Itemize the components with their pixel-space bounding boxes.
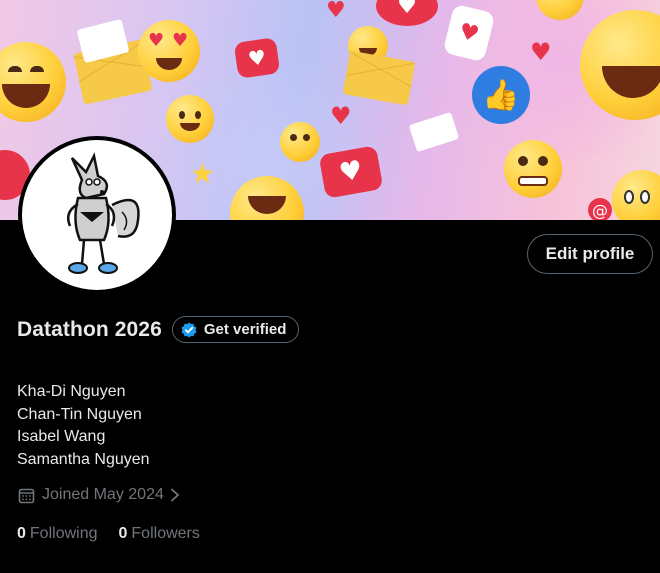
heart-message-icon: ♥: [376, 0, 438, 26]
following-count: 0: [17, 525, 26, 542]
white-envelope-icon: [408, 111, 460, 153]
surprised-emoji-icon: [612, 170, 660, 220]
calendar-icon: [18, 488, 35, 503]
at-sign-icon: @: [588, 198, 612, 220]
profile-avatar[interactable]: [18, 136, 176, 294]
following-label: Following: [29, 525, 98, 542]
get-verified-button[interactable]: Get verified: [171, 316, 300, 343]
display-name: Datathon 2026: [17, 317, 162, 341]
bio-line: Kha-Di Nguyen: [17, 383, 126, 400]
joined-date-row[interactable]: Joined May 2024: [18, 486, 180, 504]
get-verified-label: Get verified: [203, 321, 287, 338]
heart-icon: ♥: [330, 102, 352, 130]
thumbs-up-icon: 👍: [472, 66, 530, 124]
cartoon-character-avatar-icon: [67, 152, 140, 274]
heart-icon: ♥: [530, 38, 552, 66]
follow-stats-row: 0 Following 0 Followers: [17, 525, 221, 543]
profile-bio: Kha-Di Nguyen Chan-Tin Nguyen Isabel Wan…: [17, 381, 150, 471]
edit-profile-button[interactable]: Edit profile: [527, 234, 653, 274]
bio-line: Isabel Wang: [17, 428, 106, 445]
followers-label: Followers: [131, 525, 200, 542]
dizzy-emoji-icon: [280, 122, 320, 162]
heart-icon: ♥: [326, 0, 346, 23]
followers-count: 0: [118, 525, 128, 542]
followers-link[interactable]: 0 Followers: [119, 525, 200, 543]
blue-check-badge-icon: [181, 322, 197, 337]
profile-name-row: Datathon 2026 Get verified: [17, 316, 300, 343]
heart-eyes-emoji-icon: ♥ ♥: [138, 20, 200, 82]
following-link[interactable]: 0 Following: [17, 525, 98, 543]
smiling-emoji-icon: [166, 95, 214, 143]
heart-message-icon: ♥: [233, 37, 281, 79]
laughing-emoji-icon: [0, 42, 66, 122]
star-icon: ★: [190, 157, 216, 190]
bio-line: Chan-Tin Nguyen: [17, 405, 142, 423]
joined-date-text: Joined May 2024: [42, 486, 164, 503]
bio-line: Samantha Nguyen: [17, 450, 150, 468]
chevron-right-icon: [170, 488, 180, 502]
grimacing-emoji-icon: [504, 140, 562, 198]
